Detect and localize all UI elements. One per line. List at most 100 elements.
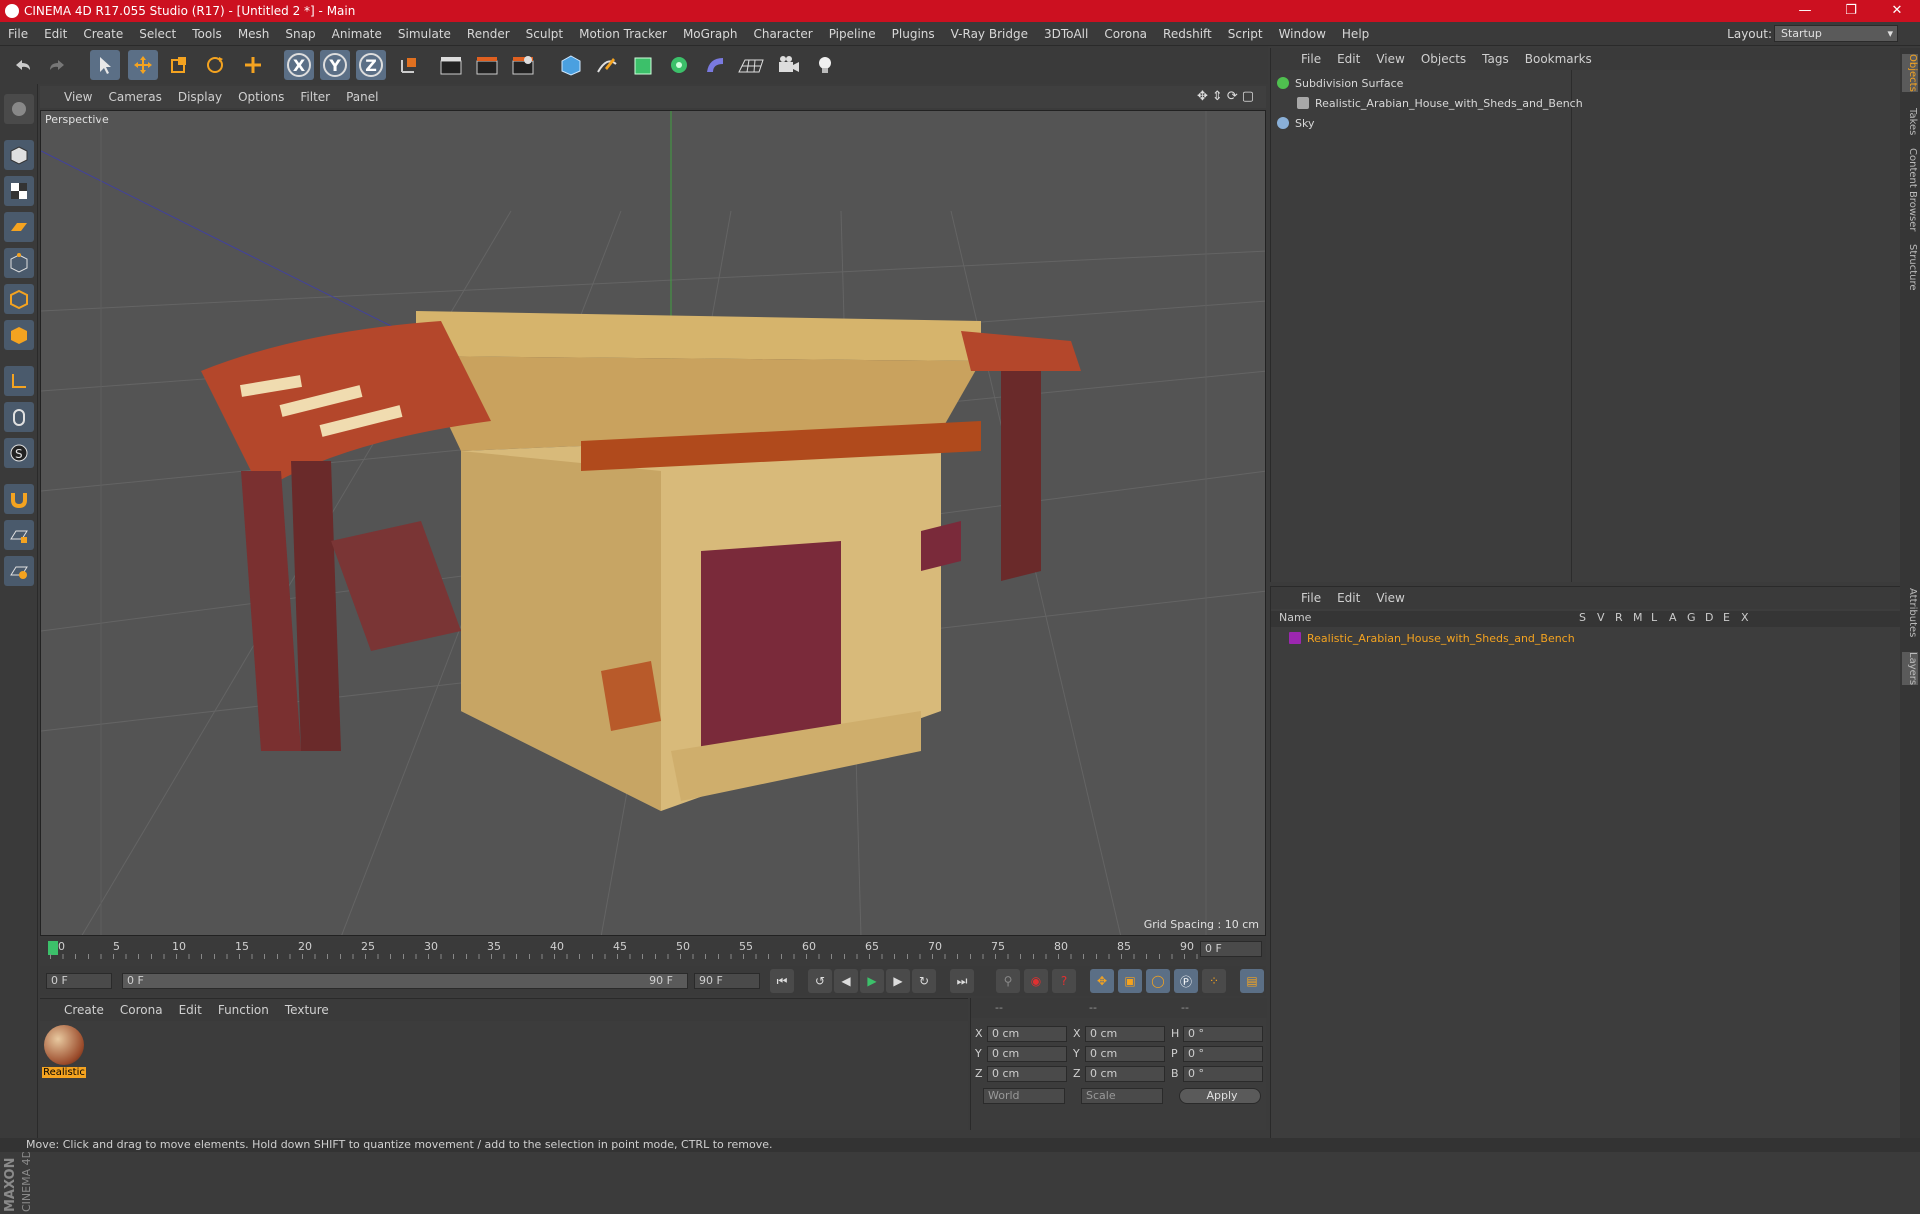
start-frame-field[interactable]: 0 F: [46, 973, 112, 989]
snap-toggle-button[interactable]: [4, 484, 34, 514]
maximize-button[interactable]: ❐: [1828, 0, 1874, 22]
x-axis-lock-button[interactable]: X: [284, 50, 314, 80]
rotate-tool-button[interactable]: [200, 50, 230, 80]
menu-character[interactable]: Character: [745, 27, 820, 41]
recent-tool-button[interactable]: [238, 50, 268, 80]
viewport-navigation-icons[interactable]: ✥⇕⟳▢: [1197, 89, 1258, 104]
render-view-button[interactable]: [436, 50, 466, 80]
points-mode-button[interactable]: [4, 248, 34, 278]
object-menu-objects[interactable]: Objects: [1413, 52, 1474, 66]
tab-takes[interactable]: Takes: [1902, 108, 1918, 135]
size-y-field[interactable]: 0 cm: [1085, 1046, 1165, 1062]
step-forward-button[interactable]: ▶: [886, 969, 910, 993]
record-active-button[interactable]: ⚲: [996, 969, 1020, 993]
play-button[interactable]: ▶: [860, 969, 884, 993]
object-menu-edit[interactable]: Edit: [1329, 52, 1368, 66]
add-spline-button[interactable]: [592, 50, 622, 80]
key-parameter-button[interactable]: Ⓟ: [1174, 969, 1198, 993]
live-selection-button[interactable]: [90, 50, 120, 80]
object-menu-file[interactable]: File: [1293, 52, 1329, 66]
add-camera-button[interactable]: [774, 50, 804, 80]
workplane-lock-button[interactable]: [4, 520, 34, 550]
tab-objects[interactable]: Objects: [1902, 54, 1918, 92]
object-menu-tags[interactable]: Tags: [1474, 52, 1517, 66]
layer-row[interactable]: Realistic_Arabian_House_with_Sheds_and_B…: [1277, 629, 1891, 647]
menu-motion-tracker[interactable]: Motion Tracker: [571, 27, 675, 41]
keyframe-selection-button[interactable]: ?: [1052, 969, 1076, 993]
menu-corona[interactable]: Corona: [1096, 27, 1155, 41]
menu-file[interactable]: File: [0, 27, 36, 41]
viewport-menu-display[interactable]: Display: [170, 90, 230, 104]
object-menu-bookmarks[interactable]: Bookmarks: [1517, 52, 1600, 66]
make-editable-button[interactable]: [4, 94, 34, 124]
render-settings-button[interactable]: [508, 50, 538, 80]
rotation-h-field[interactable]: 0 °: [1183, 1026, 1263, 1042]
autokey-button[interactable]: ◉: [1024, 969, 1048, 993]
solo-mode-button[interactable]: S: [4, 438, 34, 468]
go-to-next-key-button[interactable]: ↻: [912, 969, 936, 993]
menu-window[interactable]: Window: [1271, 27, 1334, 41]
timeline-window-button[interactable]: ▤: [1240, 969, 1264, 993]
menu-pipeline[interactable]: Pipeline: [821, 27, 884, 41]
material-swatch[interactable]: Realistic: [42, 1025, 86, 1081]
polygons-mode-button[interactable]: [4, 320, 34, 350]
go-to-previous-key-button[interactable]: ↺: [808, 969, 832, 993]
object-row[interactable]: Sky: [1277, 114, 1891, 132]
add-generator-button[interactable]: [628, 50, 658, 80]
viewport-menu-view[interactable]: View: [56, 90, 100, 104]
go-to-end-button[interactable]: ⏭: [950, 969, 974, 993]
layout-dropdown[interactable]: Startup ▾: [1774, 25, 1898, 42]
tab-content-browser[interactable]: Content Browser: [1902, 148, 1918, 231]
menu-edit[interactable]: Edit: [36, 27, 75, 41]
menu-3dtoall[interactable]: 3DToAll: [1036, 27, 1096, 41]
add-cube-button[interactable]: [556, 50, 586, 80]
menu-create[interactable]: Create: [75, 27, 131, 41]
redo-button[interactable]: [42, 50, 72, 80]
viewport-menu-cameras[interactable]: Cameras: [100, 90, 169, 104]
menu-select[interactable]: Select: [131, 27, 184, 41]
model-mode-button[interactable]: [4, 140, 34, 170]
size-mode-dropdown[interactable]: Scale: [1081, 1088, 1163, 1104]
material-menu-edit[interactable]: Edit: [171, 1003, 210, 1017]
close-button[interactable]: ✕: [1874, 0, 1920, 22]
viewport-menu-panel[interactable]: Panel: [338, 90, 386, 104]
menu-animate[interactable]: Animate: [324, 27, 390, 41]
edges-mode-button[interactable]: [4, 284, 34, 314]
size-z-field[interactable]: 0 cm: [1085, 1066, 1165, 1082]
end-frame-field[interactable]: 90 F: [694, 973, 760, 989]
grid-snap-button[interactable]: [4, 556, 34, 586]
position-z-field[interactable]: 0 cm: [987, 1066, 1067, 1082]
viewport-menu-filter[interactable]: Filter: [292, 90, 338, 104]
position-y-field[interactable]: 0 cm: [987, 1046, 1067, 1062]
render-picture-viewer-button[interactable]: [472, 50, 502, 80]
menu-script[interactable]: Script: [1220, 27, 1271, 41]
add-light-button[interactable]: [810, 50, 840, 80]
z-axis-lock-button[interactable]: Z: [356, 50, 386, 80]
key-position-button[interactable]: ✥: [1090, 969, 1114, 993]
apply-button[interactable]: Apply: [1179, 1088, 1261, 1104]
add-array-button[interactable]: [664, 50, 694, 80]
go-to-start-button[interactable]: ⏮: [770, 969, 794, 993]
step-back-button[interactable]: ◀: [834, 969, 858, 993]
undo-button[interactable]: [8, 50, 38, 80]
menu-vray-bridge[interactable]: V-Ray Bridge: [943, 27, 1036, 41]
coordinate-system-button[interactable]: [394, 50, 424, 80]
menu-redshift[interactable]: Redshift: [1155, 27, 1220, 41]
layer-menu-edit[interactable]: Edit: [1329, 591, 1368, 605]
move-tool-button[interactable]: [128, 50, 158, 80]
object-row[interactable]: Realistic_Arabian_House_with_Sheds_and_B…: [1277, 94, 1891, 112]
object-row[interactable]: Subdivision Surface: [1277, 74, 1891, 92]
menu-render[interactable]: Render: [459, 27, 518, 41]
tab-structure[interactable]: Structure: [1902, 244, 1918, 291]
material-menu-function[interactable]: Function: [210, 1003, 277, 1017]
tab-layers[interactable]: Layers: [1902, 652, 1918, 686]
key-pla-button[interactable]: ⁘: [1202, 969, 1226, 993]
coordinate-space-dropdown[interactable]: World: [983, 1088, 1065, 1104]
frame-range-slider[interactable]: 0 F 90 F: [122, 973, 688, 989]
axis-mode-button[interactable]: [4, 366, 34, 396]
tweak-mode-button[interactable]: [4, 402, 34, 432]
menu-help[interactable]: Help: [1334, 27, 1377, 41]
viewport-menu-options[interactable]: Options: [230, 90, 292, 104]
material-menu-texture[interactable]: Texture: [277, 1003, 337, 1017]
minimize-button[interactable]: —: [1782, 0, 1828, 22]
